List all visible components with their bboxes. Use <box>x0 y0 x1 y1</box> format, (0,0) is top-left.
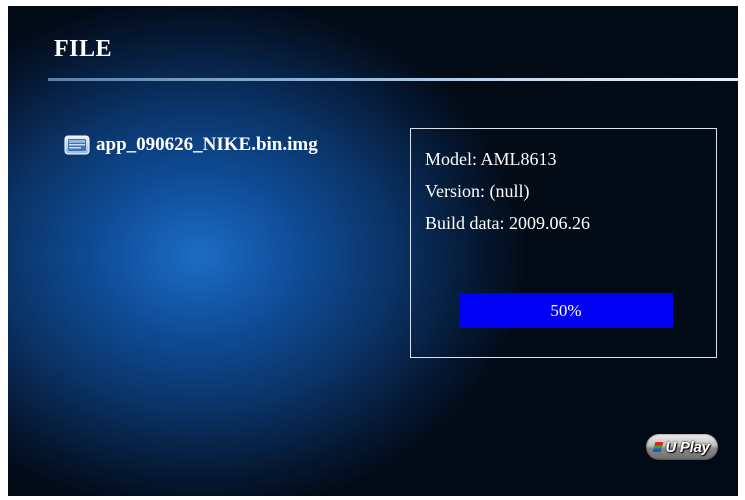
logo-stripes-icon <box>653 442 664 452</box>
progress-label: 50% <box>550 300 582 320</box>
logo-text: U Play <box>665 438 710 456</box>
model-info: Model: AML8613 <box>425 149 557 169</box>
info-panel: Model: AML8613 Version: (null) Build dat… <box>410 128 717 358</box>
file-list-item[interactable]: app_090626_NIKE.bin.img <box>64 134 318 156</box>
uplay-logo: U Play <box>646 434 718 460</box>
build-date-info: Build data: 2009.06.26 <box>425 213 590 233</box>
page-title: FILE <box>54 36 113 62</box>
file-name: app_090626_NIKE.bin.img <box>96 134 318 155</box>
version-info: Version: (null) <box>425 181 530 201</box>
progress-bar: 50% <box>459 293 673 328</box>
screen: FILE app_090626_NIKE.bin.img Model: AML8… <box>8 6 738 496</box>
title-divider <box>48 78 738 81</box>
file-image-icon <box>64 134 90 156</box>
